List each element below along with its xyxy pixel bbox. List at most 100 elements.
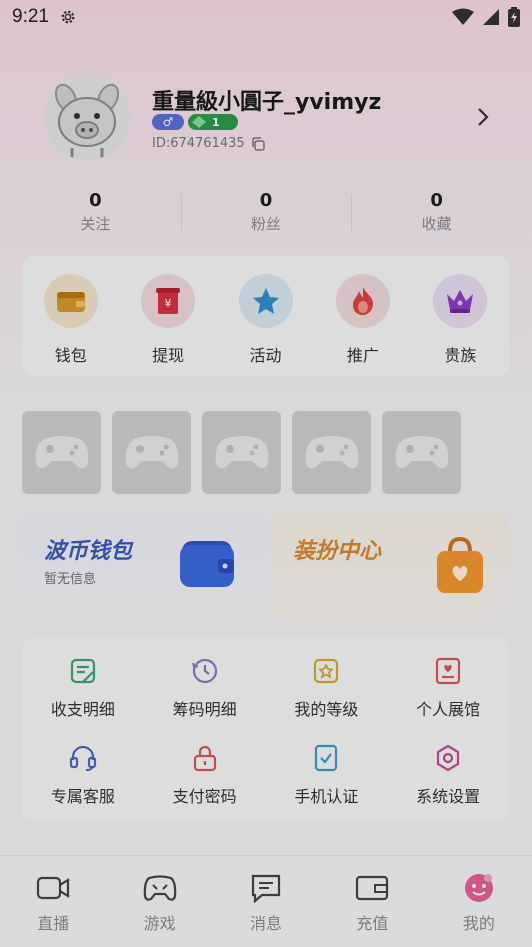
game-tile[interactable] — [382, 411, 461, 494]
menu-my-level[interactable]: 我的等级 — [266, 656, 388, 743]
gender-badge: ♂ — [152, 114, 184, 130]
menu-gallery[interactable]: 个人展馆 — [387, 656, 509, 743]
status-time: 9:21 — [12, 6, 49, 27]
tab-recharge[interactable]: 充值 — [319, 856, 425, 947]
menu-system-settings[interactable]: 系统设置 — [387, 743, 509, 830]
history-icon — [190, 656, 220, 686]
game-tile[interactable] — [22, 411, 101, 494]
menu-label: 手机认证 — [294, 787, 359, 806]
status-bar: 9:21 — [0, 0, 532, 34]
copy-icon[interactable] — [251, 136, 265, 151]
chevron-right-icon[interactable] — [476, 106, 490, 128]
game-tile[interactable] — [202, 411, 281, 494]
phone-verify-icon — [311, 743, 341, 773]
stat-label: 收藏 — [421, 215, 452, 233]
tab-label: 游戏 — [143, 914, 176, 933]
promo-wallet-title: 波币钱包 — [44, 539, 133, 564]
username: 重量級小圓子_yvimyz — [152, 90, 382, 115]
gallery-icon — [433, 656, 463, 686]
star-icon — [238, 274, 293, 328]
promo-wallet-card[interactable]: 波币钱包 暂无信息 — [22, 513, 260, 619]
battery-icon — [508, 7, 520, 27]
stat-label: 粉丝 — [251, 215, 282, 233]
svg-text:¥: ¥ — [165, 297, 172, 310]
tab-messages[interactable]: 消息 — [213, 856, 319, 947]
stat-value: 0 — [430, 190, 443, 211]
stat-favorites[interactable]: 0 收藏 — [351, 190, 522, 240]
lock-icon — [190, 743, 220, 773]
stat-fans[interactable]: 0 粉丝 — [180, 190, 352, 240]
blue-wallet-icon — [180, 541, 234, 587]
menu-label: 专属客服 — [50, 787, 115, 806]
menu-phone-verify[interactable]: 手机认证 — [266, 743, 388, 830]
game-tile[interactable] — [112, 411, 191, 494]
menu-customer-service[interactable]: 专属客服 — [22, 743, 144, 830]
gear-icon — [61, 10, 75, 24]
settings-icon — [433, 743, 463, 773]
stats-row: 0 关注 0 粉丝 0 收藏 — [10, 190, 522, 240]
quick-action-label: 推广 — [346, 346, 379, 365]
menu-label: 支付密码 — [172, 787, 237, 806]
game-tile[interactable] — [292, 411, 371, 494]
quick-action-label: 提现 — [152, 346, 185, 365]
menu-label: 个人展馆 — [416, 700, 481, 719]
quick-action-wallet[interactable]: 钱包 — [22, 256, 119, 376]
withdraw-icon: ¥ — [141, 274, 196, 328]
menu-chip-details[interactable]: 筹码明细 — [144, 656, 266, 743]
user-id-text: ID:674761435 — [152, 136, 245, 151]
quick-action-promote[interactable]: 推广 — [314, 256, 411, 376]
promo-wallet-subtitle: 暂无信息 — [44, 572, 97, 587]
quick-action-withdraw[interactable]: ¥ 提现 — [119, 256, 216, 376]
tab-label: 充值 — [356, 914, 389, 933]
user-id: ID:674761435 — [152, 136, 265, 151]
tab-mine[interactable]: 我的 — [426, 856, 532, 947]
menu-label: 我的等级 — [294, 700, 359, 719]
quick-action-label: 钱包 — [54, 346, 87, 365]
quick-action-activity[interactable]: 活动 — [217, 256, 314, 376]
live-icon — [35, 872, 71, 904]
signal-icon — [483, 9, 499, 25]
stat-value: 0 — [89, 190, 102, 211]
game-tiles — [22, 411, 461, 494]
bottom-tab-bar: 直播 游戏 消息 充值 我的 — [0, 855, 532, 947]
profile-icon — [461, 872, 497, 904]
avatar[interactable] — [44, 74, 130, 160]
services-menu-card: 收支明细 筹码明细 我的等级 个人展馆 专属客服 支付密码 手机认证 系统设置 — [22, 638, 509, 822]
profile-header[interactable]: 重量級小圓子_yvimyz ♂ 1 ID:674761435 — [44, 74, 504, 164]
wifi-icon — [452, 8, 474, 25]
level-gem-icon — [192, 116, 206, 128]
stat-label: 关注 — [80, 215, 111, 233]
tab-games[interactable]: 游戏 — [106, 856, 212, 947]
quick-actions-card: 钱包 ¥ 提现 活动 推广 贵族 — [22, 256, 509, 376]
headset-icon — [68, 743, 98, 773]
level-badge: 1 — [188, 114, 238, 130]
menu-label: 收支明细 — [50, 700, 115, 719]
tab-label: 直播 — [37, 914, 70, 933]
shopping-bag-icon — [437, 536, 483, 593]
tab-live[interactable]: 直播 — [0, 856, 106, 947]
gamepad-placeholder-icon — [215, 435, 268, 468]
quick-action-label: 贵族 — [444, 346, 477, 365]
ledger-icon — [68, 656, 98, 686]
quick-action-label: 活动 — [249, 346, 282, 365]
gamepad-icon — [142, 872, 178, 904]
pig-avatar-image — [44, 74, 130, 160]
level-icon — [311, 656, 341, 686]
stat-following[interactable]: 0 关注 — [10, 190, 181, 240]
tab-label: 消息 — [250, 914, 283, 933]
flame-icon — [335, 274, 390, 328]
crown-icon — [433, 274, 488, 328]
gamepad-placeholder-icon — [395, 435, 448, 468]
gamepad-placeholder-icon — [305, 435, 358, 468]
quick-action-noble[interactable]: 贵族 — [412, 256, 509, 376]
menu-payment-password[interactable]: 支付密码 — [144, 743, 266, 830]
promo-dress-title: 装扮中心 — [293, 539, 382, 564]
stat-value: 0 — [259, 190, 273, 211]
menu-income-expense[interactable]: 收支明细 — [22, 656, 144, 743]
user-badges: ♂ 1 — [152, 114, 238, 130]
message-icon — [248, 872, 284, 904]
level-badge-value: 1 — [212, 115, 220, 129]
gamepad-placeholder-icon — [35, 435, 88, 468]
promo-dress-card[interactable]: 装扮中心 — [271, 513, 509, 619]
menu-label: 系统设置 — [416, 787, 481, 806]
